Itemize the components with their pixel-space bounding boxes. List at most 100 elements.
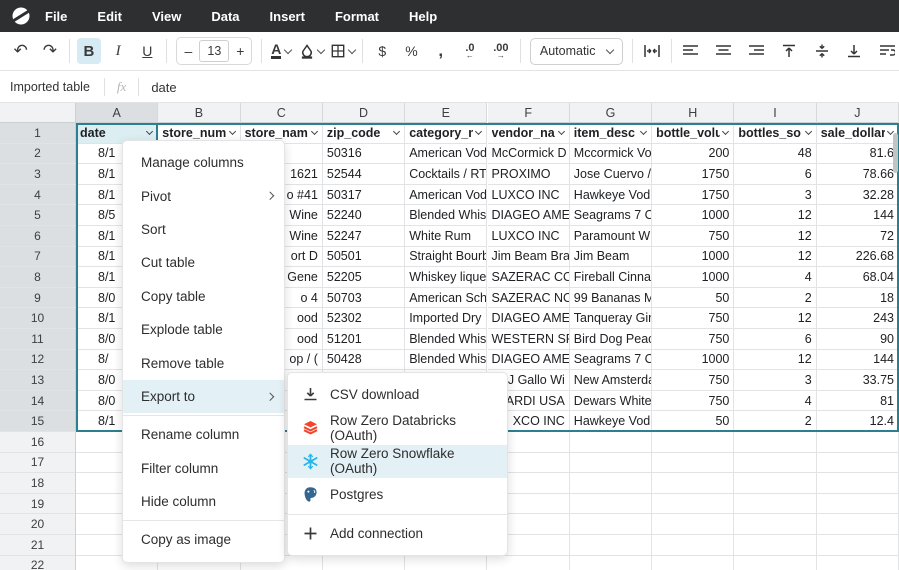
grid-cell[interactable]: 2 <box>734 288 816 309</box>
grid-cell[interactable]: McCormick D <box>488 144 570 165</box>
grid-cell[interactable]: 72 <box>817 226 899 247</box>
grid-cell[interactable]: Cocktails / RT <box>405 164 487 185</box>
grid-cell[interactable]: 226.68 <box>817 247 899 268</box>
grid-cell[interactable]: 1750 <box>652 164 734 185</box>
grid-cell[interactable] <box>652 535 734 556</box>
row-header-3[interactable]: 3 <box>0 164 76 185</box>
column-header-e[interactable]: E <box>405 103 487 123</box>
grid-cell[interactable]: Blended Whis <box>405 329 487 350</box>
app-logo-icon[interactable] <box>11 6 31 26</box>
undo-button[interactable]: ↶ <box>9 38 33 64</box>
grid-cell[interactable]: 81.6 <box>817 144 899 165</box>
grid-cell[interactable] <box>817 453 899 474</box>
row-header-13[interactable]: 13 <box>0 370 76 391</box>
grid-cell[interactable]: 52240 <box>323 205 405 226</box>
row-header-6[interactable]: 6 <box>0 226 76 247</box>
grid-cell[interactable]: DIAGEO AMEI <box>488 308 570 329</box>
grid-cell[interactable]: Hawkeye Vod <box>570 185 652 206</box>
grid-cell[interactable]: LUXCO INC <box>488 185 570 206</box>
grid-cell[interactable]: 144 <box>817 205 899 226</box>
grid-cell[interactable]: 1750 <box>652 185 734 206</box>
grid-cell[interactable]: Jim Beam <box>570 247 652 268</box>
column-filter-chevron-icon[interactable] <box>805 128 812 135</box>
grid-cell[interactable]: Mccormick Vo <box>570 144 652 165</box>
grid-corner-cell[interactable] <box>0 103 76 123</box>
column-header-c[interactable]: C <box>241 103 323 123</box>
grid-cell[interactable]: 81 <box>817 391 899 412</box>
font-size-input[interactable]: 13 <box>199 40 229 62</box>
grid-cell[interactable]: 78.66 <box>817 164 899 185</box>
grid-cell[interactable]: 1000 <box>652 205 734 226</box>
grid-cell[interactable]: Seagrams 7 C <box>570 350 652 371</box>
number-format-select[interactable]: Automatic <box>530 38 623 65</box>
underline-button[interactable]: U <box>135 38 159 64</box>
row-header-11[interactable]: 11 <box>0 329 76 350</box>
row-header-21[interactable]: 21 <box>0 535 76 556</box>
export-option-csv-download[interactable]: CSV download <box>288 378 507 411</box>
context-menu-item-remove-table[interactable]: Remove table <box>123 346 284 379</box>
grid-cell[interactable]: 750 <box>652 391 734 412</box>
bold-button[interactable]: B <box>77 38 101 64</box>
table-column-header-cell[interactable]: bottles_so <box>734 123 816 144</box>
decrease-decimal-button[interactable]: .0← <box>458 38 482 64</box>
grid-cell[interactable]: Fireball Cinna <box>570 267 652 288</box>
grid-cell[interactable] <box>817 432 899 453</box>
grid-cell[interactable] <box>570 514 652 535</box>
context-menu-item-sort[interactable]: Sort <box>123 213 284 246</box>
grid-cell[interactable]: White Rum <box>405 226 487 247</box>
column-filter-chevron-icon[interactable] <box>475 128 482 135</box>
row-header-8[interactable]: 8 <box>0 267 76 288</box>
grid-cell[interactable]: Bird Dog Peac <box>570 329 652 350</box>
column-filter-chevron-icon[interactable] <box>146 128 153 135</box>
row-header-2[interactable]: 2 <box>0 144 76 165</box>
grid-cell[interactable]: 750 <box>652 329 734 350</box>
align-center-button[interactable] <box>712 38 736 64</box>
grid-cell[interactable]: 243 <box>817 308 899 329</box>
grid-cell[interactable]: 1000 <box>652 247 734 268</box>
grid-cell[interactable]: 52302 <box>323 308 405 329</box>
currency-format-button[interactable]: $ <box>370 38 394 64</box>
grid-cell[interactable]: 32.28 <box>817 185 899 206</box>
context-menu-item-cut-table[interactable]: Cut table <box>123 246 284 279</box>
menubar-item-view[interactable]: View <box>152 9 181 24</box>
grid-cell[interactable]: Dewars White <box>570 391 652 412</box>
column-header-g[interactable]: G <box>570 103 652 123</box>
grid-cell[interactable]: Hawkeye Vod <box>570 411 652 432</box>
italic-button[interactable]: I <box>106 38 130 64</box>
context-menu-item-copy-as-image[interactable]: Copy as image <box>123 523 284 556</box>
column-filter-chevron-icon[interactable] <box>640 128 647 135</box>
grid-cell[interactable] <box>652 473 734 494</box>
grid-cell[interactable]: DIAGEO AMEI <box>488 205 570 226</box>
vertical-align-middle-button[interactable] <box>810 38 834 64</box>
grid-cell[interactable]: 50316 <box>323 144 405 165</box>
grid-cell[interactable]: 50317 <box>323 185 405 206</box>
vertical-align-top-button[interactable] <box>777 38 801 64</box>
grid-cell[interactable]: 750 <box>652 370 734 391</box>
grid-cell[interactable] <box>817 556 899 570</box>
column-header-f[interactable]: F <box>488 103 570 123</box>
menubar-item-edit[interactable]: Edit <box>97 9 122 24</box>
row-header-19[interactable]: 19 <box>0 494 76 515</box>
grid-cell[interactable]: 2 <box>734 411 816 432</box>
grid-cell[interactable]: LUXCO INC <box>488 226 570 247</box>
grid-cell[interactable] <box>734 535 816 556</box>
grid-cell[interactable] <box>817 514 899 535</box>
grid-cell[interactable]: 750 <box>652 308 734 329</box>
formula-input[interactable]: date <box>139 80 188 95</box>
grid-cell[interactable] <box>817 535 899 556</box>
grid-cell[interactable]: 51201 <box>323 329 405 350</box>
vertical-align-bottom-button[interactable] <box>842 38 866 64</box>
grid-cell[interactable]: Blended Whis <box>405 350 487 371</box>
grid-cell[interactable]: Straight Bourb <box>405 247 487 268</box>
grid-cell[interactable]: 90 <box>817 329 899 350</box>
percent-format-button[interactable]: % <box>399 38 423 64</box>
grid-cell[interactable]: 12 <box>734 308 816 329</box>
grid-cell[interactable]: PROXIMO <box>488 164 570 185</box>
text-wrap-button[interactable] <box>875 38 899 64</box>
grid-cell[interactable]: 50703 <box>323 288 405 309</box>
table-column-header-cell[interactable]: zip_code <box>323 123 405 144</box>
increase-font-size-button[interactable]: + <box>233 38 247 64</box>
table-column-header-cell[interactable]: bottle_volu <box>652 123 734 144</box>
table-column-header-cell[interactable]: vendor_na <box>488 123 570 144</box>
grid-cell[interactable]: 52247 <box>323 226 405 247</box>
